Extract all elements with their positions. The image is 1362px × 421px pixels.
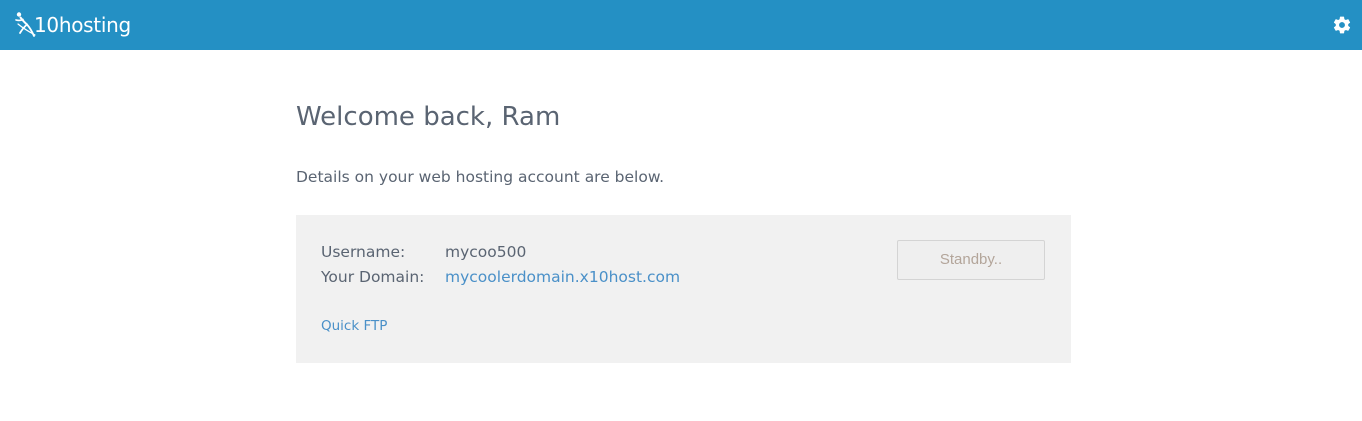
logo-text: 10hosting: [34, 13, 131, 37]
top-bar: 10hosting: [0, 0, 1362, 50]
domain-link[interactable]: mycoolerdomain.x10host.com: [445, 268, 680, 286]
username-row: Username: mycoo500: [321, 242, 526, 262]
account-panel: Username: mycoo500 Your Domain: mycoolerdo…: [296, 215, 1071, 363]
username-value: mycoo500: [445, 243, 527, 261]
quick-ftp-link[interactable]: Quick FTP: [321, 318, 387, 334]
page-title: Welcome back, Ram: [296, 102, 561, 132]
domain-label: Your Domain:: [321, 268, 425, 286]
x10hosting-logo[interactable]: 10hosting: [14, 10, 131, 40]
gear-icon[interactable]: [1332, 15, 1352, 35]
username-label: Username:: [321, 243, 406, 261]
domain-row: Your Domain: mycoolerdomain.x10host.com: [321, 267, 680, 287]
standby-button[interactable]: Standby..: [897, 240, 1045, 280]
account-details-intro: Details on your web hosting account are …: [296, 168, 665, 186]
x10-figure-logo-icon: [15, 12, 36, 37]
